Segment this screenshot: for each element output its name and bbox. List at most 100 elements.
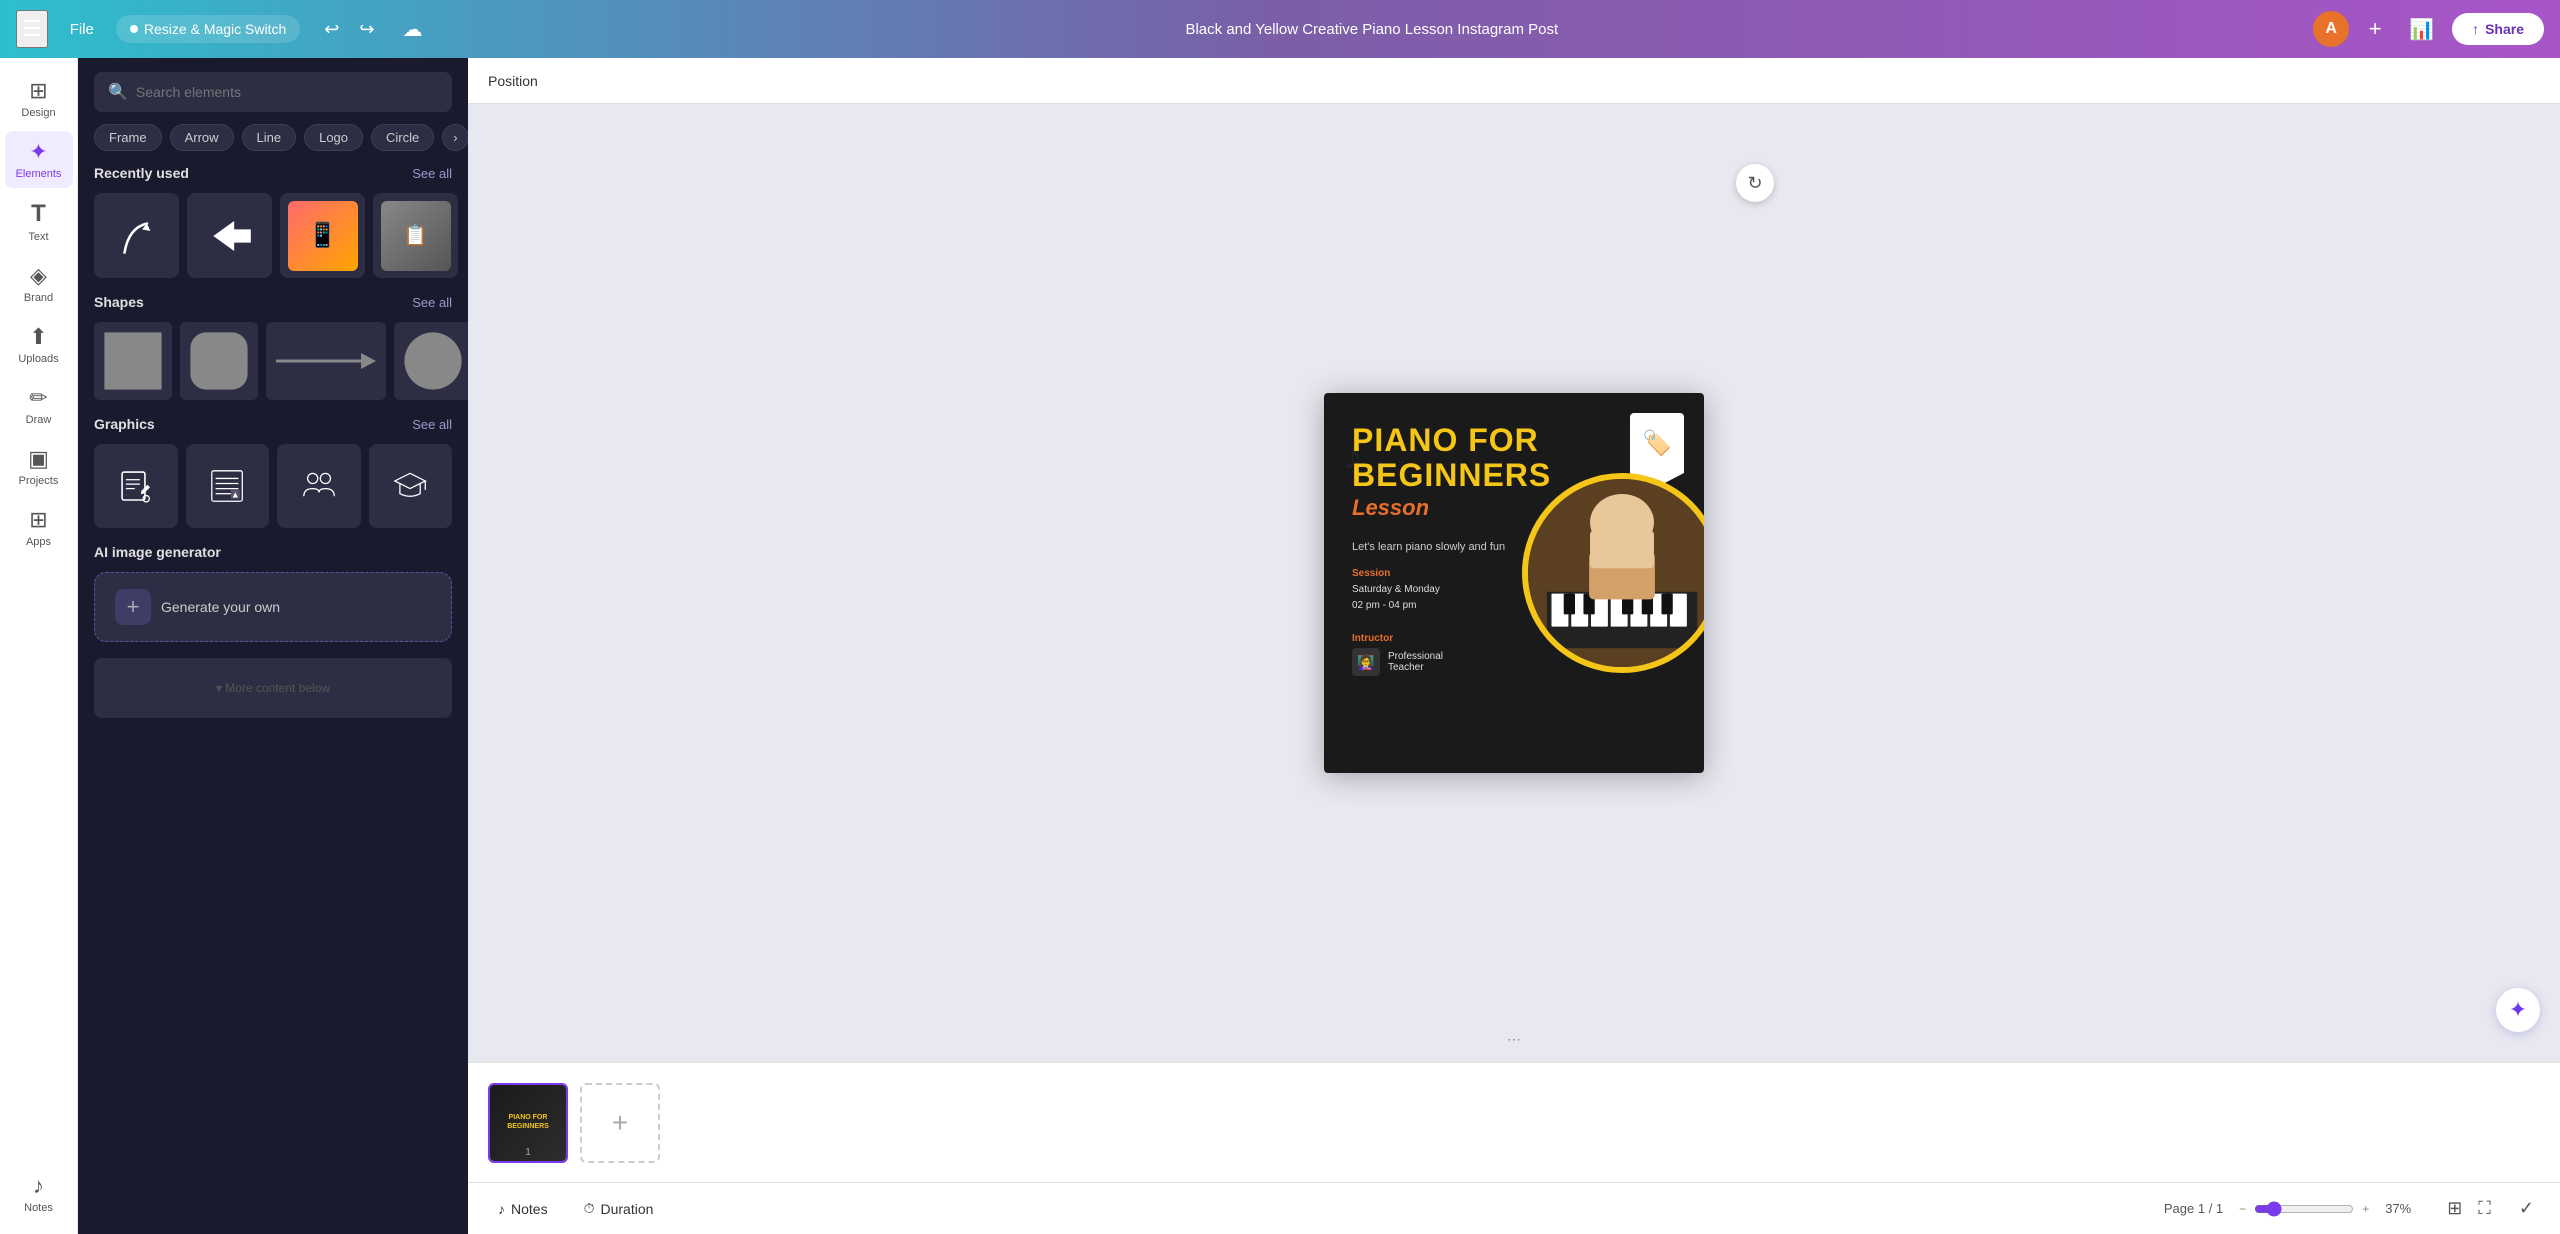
recent-item-arrow[interactable]	[94, 193, 179, 278]
instructor-icon: 👩‍🏫	[1352, 648, 1380, 676]
sidebar-item-draw[interactable]: ✏ Draw	[5, 377, 73, 434]
zoom-slider-wrap: − +	[2239, 1201, 2369, 1217]
page-indicator: Page 1 / 1	[2164, 1201, 2223, 1216]
ai-generate-button[interactable]: + Generate your own	[94, 572, 452, 642]
recently-used-see-all[interactable]: See all	[412, 166, 452, 181]
shapes-see-all[interactable]: See all	[412, 295, 452, 310]
sidebar-item-label-elements: Elements	[16, 168, 62, 180]
sidebar-item-label-notes: Notes	[24, 1202, 53, 1214]
zoom-slider[interactable]	[2254, 1201, 2354, 1217]
graphic-item-4[interactable]	[369, 444, 453, 528]
search-input[interactable]	[136, 84, 438, 100]
graphics-see-all[interactable]: See all	[412, 417, 452, 432]
sidebar-item-label-brand: Brand	[24, 292, 53, 304]
sidebar-icons: ⊞ Design ✦ Elements T Text ◈ Brand ⬆ Upl…	[0, 58, 78, 1234]
recent-item-element4[interactable]: 📋	[373, 193, 458, 278]
share-button[interactable]: ↑ Share	[2452, 13, 2544, 45]
notes-button[interactable]: ♪ Notes	[488, 1195, 558, 1223]
filmstrip: PIANO FOR BEGINNERS 1 +	[468, 1062, 2560, 1182]
magic-switch-button[interactable]: Resize & Magic Switch	[116, 15, 300, 43]
graphic-item-2[interactable]	[186, 444, 270, 528]
status-bar: ♪ Notes ⏱ Duration Page 1 / 1 − + 37% ⊞ …	[468, 1182, 2560, 1234]
graphic-item-1[interactable]	[94, 444, 178, 528]
chip-frame[interactable]: Frame	[94, 124, 162, 151]
ai-plus-icon: +	[115, 589, 151, 625]
elements-icon: ✦	[29, 139, 47, 165]
graphic-item-3[interactable]	[277, 444, 361, 528]
main-area: ⊞ Design ✦ Elements T Text ◈ Brand ⬆ Upl…	[0, 58, 2560, 1234]
redo-button[interactable]: ↪	[351, 15, 382, 44]
file-button[interactable]: File	[60, 15, 104, 44]
fullscreen-button[interactable]: ⛶	[2472, 1194, 2497, 1223]
cloud-save-button[interactable]: ☁	[394, 13, 430, 46]
position-label: Position	[488, 73, 538, 89]
topbar-right: A + 📊 ↑ Share	[2313, 11, 2544, 47]
sidebar-item-text[interactable]: T Text	[5, 192, 73, 251]
graphic-people-icon	[300, 467, 338, 505]
instructor-text: Professional Teacher	[1388, 651, 1443, 673]
chip-more[interactable]: ›	[442, 124, 468, 151]
canvas-title-block: PIANO FOR BEGINNERS Lesson	[1352, 423, 1551, 521]
arrow-line-shape	[266, 331, 386, 391]
chip-circle[interactable]: Circle	[371, 124, 434, 151]
grid-view-button[interactable]: ⊞	[2441, 1194, 2468, 1223]
menu-button[interactable]: ☰	[16, 10, 48, 48]
add-collaborator-button[interactable]: +	[2359, 13, 2391, 45]
present-button[interactable]: ✓	[2513, 1194, 2540, 1223]
sidebar-item-uploads[interactable]: ⬆ Uploads	[5, 316, 73, 373]
canvas-subtitle: Lesson	[1352, 495, 1551, 521]
text-icon: T	[31, 200, 46, 228]
shapes-title: Shapes	[94, 294, 144, 310]
recent-item-social[interactable]: 📱	[280, 193, 365, 278]
canvas-session-label: Session	[1352, 568, 1440, 579]
graphic-graduate-icon	[391, 467, 429, 505]
undo-redo-group: ↩ ↪	[316, 15, 382, 44]
search-input-wrap: 🔍	[94, 72, 452, 112]
design-canvas[interactable]: ♪ ♫ ♩ ♬ ♪ 🏷️	[1324, 393, 1704, 773]
brand-icon: ◈	[30, 263, 47, 289]
zoom-in-icon: +	[2362, 1202, 2369, 1216]
chip-line[interactable]: Line	[242, 124, 297, 151]
analytics-button[interactable]: 📊	[2401, 13, 2442, 46]
filmstrip-add-page[interactable]: +	[580, 1083, 660, 1163]
chip-logo[interactable]: Logo	[304, 124, 363, 151]
sidebar-item-projects[interactable]: ▣ Projects	[5, 438, 73, 495]
elements-panel: 🔍 Frame Arrow Line Logo Circle › Recentl…	[78, 58, 468, 1234]
undo-button[interactable]: ↩	[316, 15, 347, 44]
sidebar-item-label-apps: Apps	[26, 536, 51, 548]
zoom-level: 37%	[2385, 1201, 2425, 1216]
notes-sidebar-icon: ♪	[33, 1173, 44, 1199]
square-shape	[94, 322, 172, 400]
graphics-header: Graphics See all	[94, 416, 452, 432]
collapse-handle[interactable]: ⋯	[1495, 1027, 1533, 1052]
rounded-rect-shape	[180, 322, 258, 400]
filmstrip-page-1[interactable]: PIANO FOR BEGINNERS 1	[488, 1083, 568, 1163]
filmstrip-page-num-1: 1	[525, 1147, 531, 1158]
canvas-refresh-button[interactable]: ↻	[1736, 164, 1774, 202]
user-avatar[interactable]: A	[2313, 11, 2349, 47]
position-bar: Position	[468, 58, 2560, 104]
recently-used-section: Recently used See all	[78, 165, 468, 294]
shape-rounded-rect[interactable]	[180, 322, 258, 400]
graphic-list-icon	[208, 467, 246, 505]
chip-arrow[interactable]: Arrow	[170, 124, 234, 151]
share-icon: ↑	[2472, 21, 2479, 37]
canvas-instructor-row: 👩‍🏫 Professional Teacher	[1352, 648, 1443, 676]
shape-arrow-line[interactable]	[266, 322, 386, 400]
shape-square[interactable]	[94, 322, 172, 400]
notes-icon: ♪	[498, 1201, 505, 1217]
shape-circle[interactable]	[394, 322, 468, 400]
sidebar-item-elements[interactable]: ✦ Elements	[5, 131, 73, 188]
graphic-writing-icon	[117, 467, 155, 505]
canvas-area: Position ♪ ♫ ♩ ♬ ♪	[468, 58, 2560, 1234]
duration-button[interactable]: ⏱ Duration	[574, 1194, 664, 1223]
sidebar-item-label-design: Design	[21, 107, 55, 119]
recently-used-grid: 📱 📋	[94, 193, 452, 278]
sidebar-item-notes[interactable]: ♪ Notes	[5, 1165, 73, 1222]
recent-item-arrow-left[interactable]	[187, 193, 272, 278]
magic-sparkle-button[interactable]: ✦	[2496, 988, 2540, 1032]
sidebar-item-brand[interactable]: ◈ Brand	[5, 255, 73, 312]
circle-shape	[394, 322, 468, 400]
sidebar-item-design[interactable]: ⊞ Design	[5, 70, 73, 127]
sidebar-item-apps[interactable]: ⊞ Apps	[5, 499, 73, 556]
